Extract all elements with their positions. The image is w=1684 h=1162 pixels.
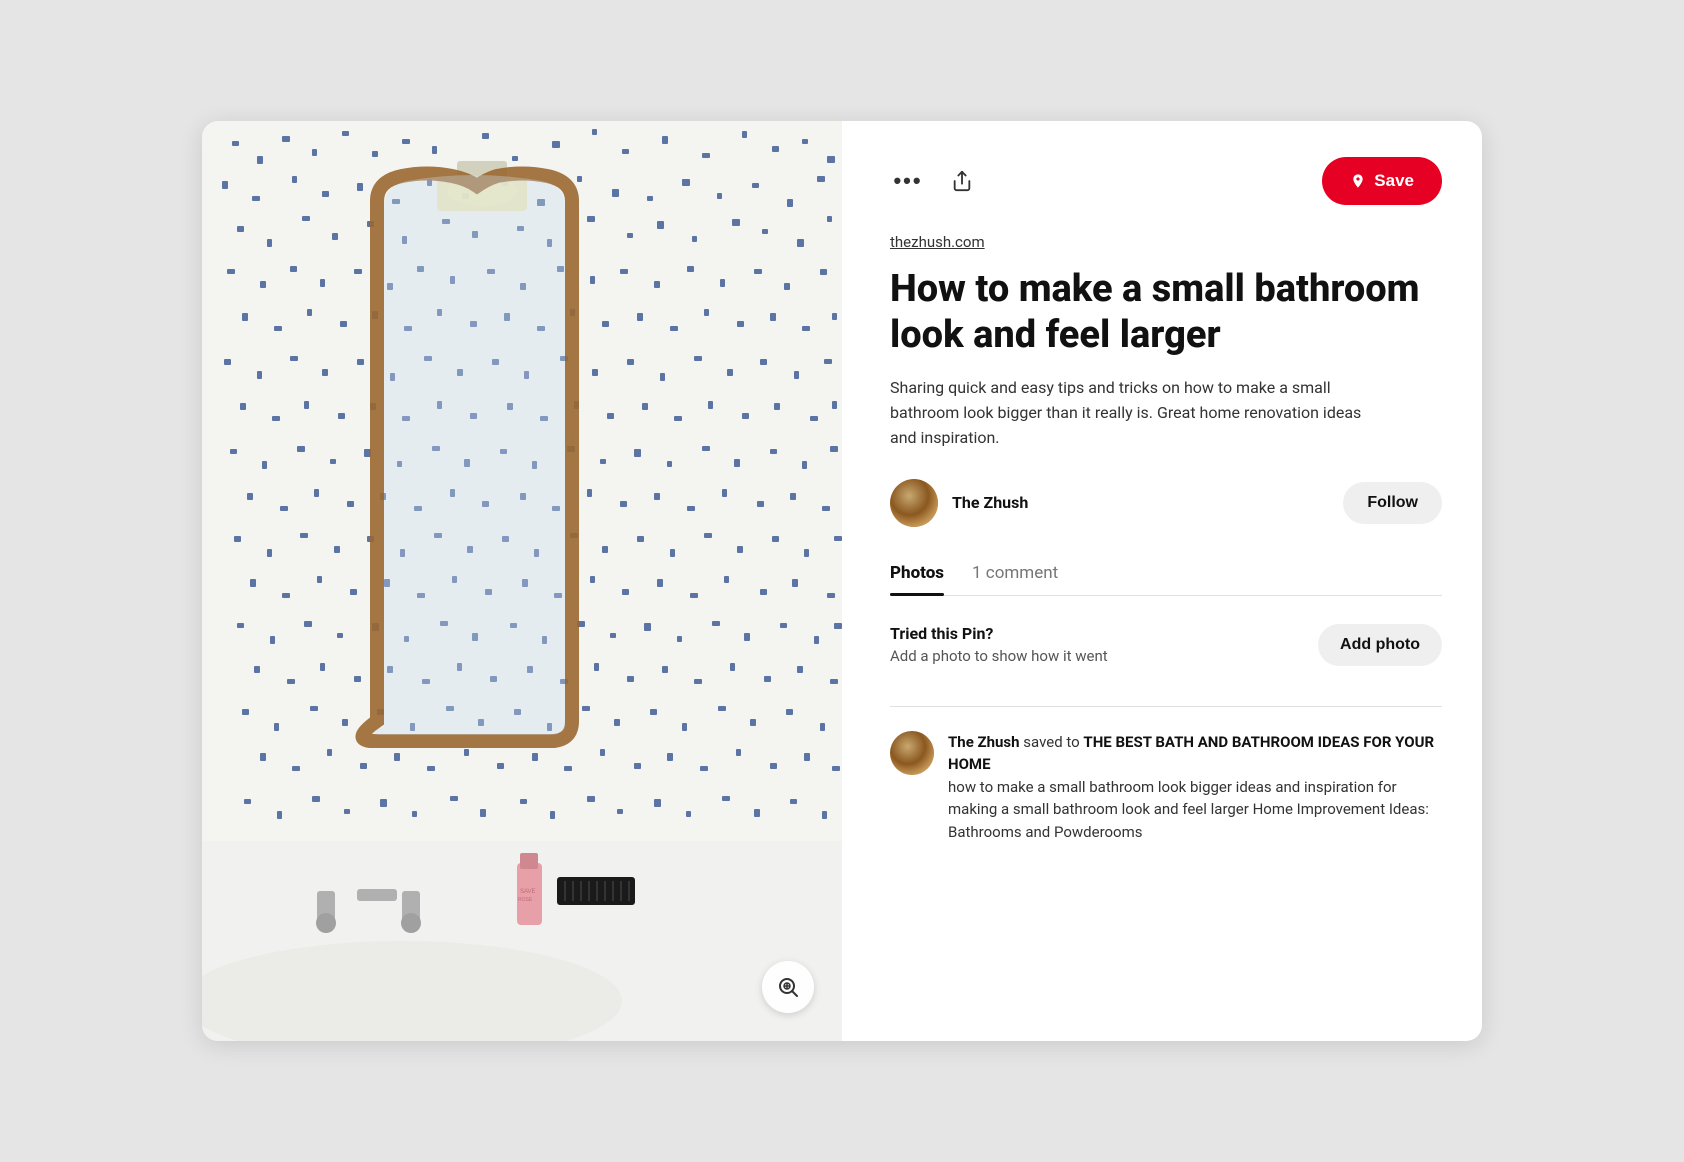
tried-pin-title: Tried this Pin? [890, 624, 1108, 643]
pin-title: How to make a small bathroom look and fe… [890, 267, 1442, 358]
pin-info-panel: ••• Save thezhush.com [842, 121, 1482, 1041]
more-options-button[interactable]: ••• [890, 163, 926, 199]
svg-text:SAVE: SAVE [520, 889, 536, 895]
pin-image-panel: SAVE ROSE [202, 121, 842, 1041]
saved-activity: The Zhush saved to THE BEST BATH AND BAT… [890, 706, 1442, 844]
tab-comments[interactable]: 1 comment [972, 563, 1058, 595]
author-avatar[interactable] [890, 479, 938, 527]
more-dots-icon: ••• [893, 168, 922, 194]
saved-board: THE BEST BATH AND BATHROOM IDEAS FOR YOU… [948, 733, 1434, 774]
saved-activity-avatar[interactable] [890, 731, 934, 775]
author-info: The Zhush [890, 479, 1028, 527]
tried-pin-text: Tried this Pin? Add a photo to show how … [890, 624, 1108, 665]
visual-search-button[interactable] [762, 961, 814, 1013]
save-button[interactable]: Save [1322, 157, 1442, 205]
saved-actor: The Zhush [948, 733, 1020, 751]
top-actions-row: ••• Save [890, 157, 1442, 205]
source-link[interactable]: thezhush.com [890, 233, 1442, 251]
save-label: Save [1374, 171, 1414, 191]
tabs-row: Photos 1 comment [890, 563, 1442, 596]
visual-search-icon [776, 975, 800, 999]
svg-text:ROSE: ROSE [518, 897, 533, 903]
tab-photos[interactable]: Photos [890, 563, 944, 595]
tried-pin-subtitle: Add a photo to show how it went [890, 647, 1108, 665]
avatar-image [890, 479, 938, 527]
add-photo-button[interactable]: Add photo [1318, 624, 1442, 666]
saved-activity-avatar-image [890, 731, 934, 775]
tried-pin-section: Tried this Pin? Add a photo to show how … [890, 624, 1442, 666]
pin-description: Sharing quick and easy tips and tricks o… [890, 376, 1390, 450]
follow-button[interactable]: Follow [1343, 482, 1442, 524]
share-button[interactable] [944, 163, 980, 199]
pin-card: SAVE ROSE [202, 121, 1482, 1041]
saved-activity-text: The Zhush saved to THE BEST BATH AND BAT… [948, 731, 1442, 844]
author-row: The Zhush Follow [890, 479, 1442, 527]
share-icon [951, 170, 973, 192]
pin-icon [1350, 173, 1366, 189]
author-name: The Zhush [952, 493, 1028, 512]
left-action-buttons: ••• [890, 163, 980, 199]
saved-description: how to make a small bathroom look bigger… [948, 778, 1429, 841]
